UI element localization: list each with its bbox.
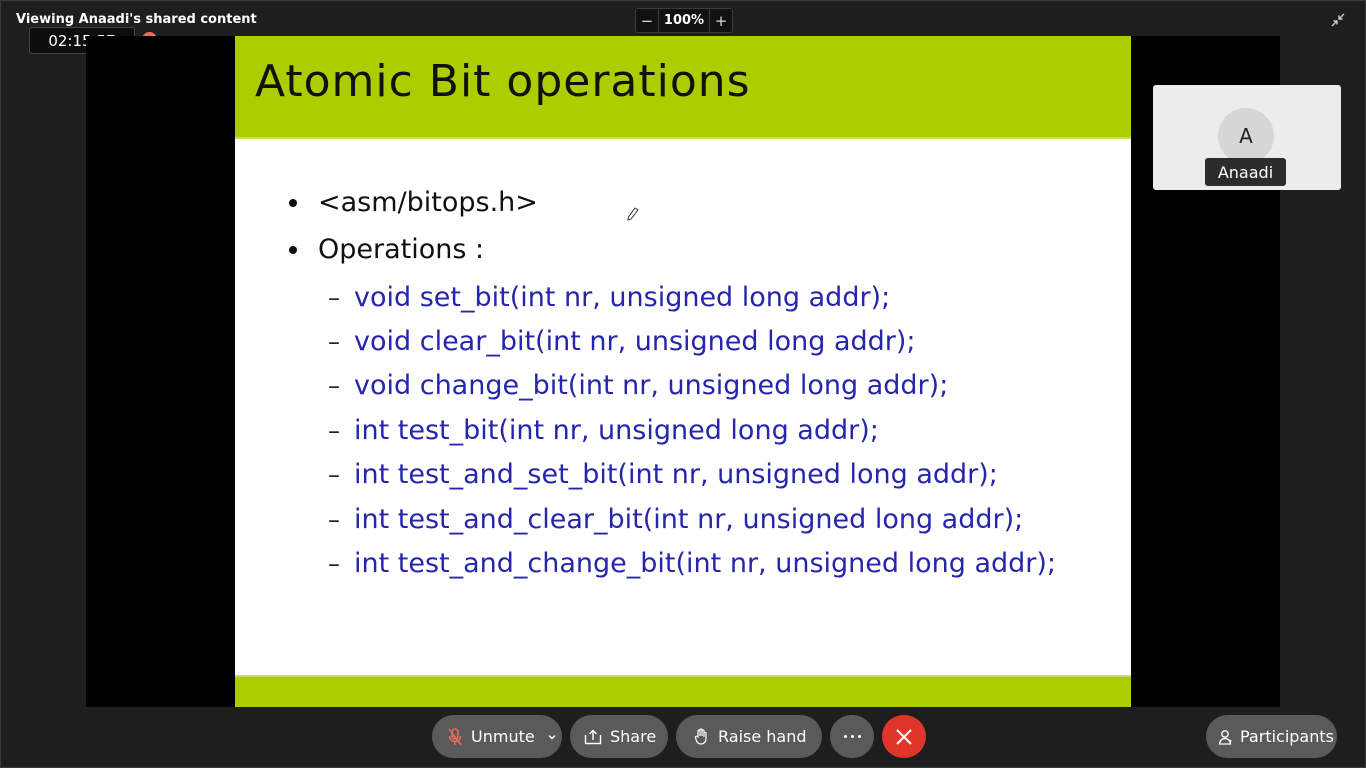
more-options-button[interactable] <box>830 715 874 758</box>
zoom-out-button[interactable]: − <box>636 9 658 32</box>
sub-item: – void change_bit(int nr, unsigned long a… <box>328 370 949 401</box>
hand-icon <box>694 728 709 745</box>
zoom-level: 100% <box>658 9 710 32</box>
sub-item: – void set_bit(int nr, unsigned long addr… <box>328 282 891 313</box>
participants-label: Participants <box>1240 727 1334 746</box>
sub-item-text: int test_and_set_bit(int nr, unsigned lo… <box>354 459 998 490</box>
more-dots-icon <box>843 735 861 738</box>
unmute-label: Unmute <box>471 727 535 746</box>
sub-item-text: int test_and_change_bit(int nr, unsigned… <box>354 548 1056 579</box>
participants-button[interactable]: Participants <box>1206 715 1337 758</box>
participant-name: Anaadi <box>1205 158 1286 186</box>
muted-mic-icon <box>448 727 462 746</box>
sub-item-text: int test_and_clear_bit(int nr, unsigned … <box>354 504 1024 535</box>
bullet-text: Operations : <box>318 234 485 265</box>
bullet-item: Operations : <box>289 234 484 265</box>
close-icon <box>895 728 913 746</box>
slide-footer <box>235 675 1131 707</box>
chevron-down-icon[interactable] <box>547 733 557 741</box>
share-icon <box>584 729 602 745</box>
leave-meeting-button[interactable] <box>882 715 926 758</box>
raise-hand-button[interactable]: Raise hand <box>676 715 822 758</box>
sub-item: – void clear_bit(int nr, unsigned long ad… <box>328 326 916 357</box>
avatar: A <box>1218 108 1274 164</box>
raise-hand-label: Raise hand <box>718 727 807 746</box>
sub-item-text: void change_bit(int nr, unsigned long ad… <box>354 370 949 401</box>
zoom-control: − 100% + <box>635 8 733 33</box>
shared-content-area: Atomic Bit operations <asm/bitops.h> Ope… <box>86 36 1280 707</box>
sub-item: – int test_bit(int nr, unsigned long addr… <box>328 415 879 446</box>
bullet-dot-icon <box>289 245 297 254</box>
bullet-text: <asm/bitops.h> <box>318 187 538 218</box>
share-label: Share <box>610 727 657 746</box>
bullet-dot-icon <box>289 198 297 207</box>
bullet-item: <asm/bitops.h> <box>289 187 538 218</box>
pen-cursor-icon <box>627 206 639 221</box>
sub-item-text: int test_bit(int nr, unsigned long addr)… <box>354 415 879 446</box>
sub-item: – int test_and_clear_bit(int nr, unsigned… <box>328 504 1024 535</box>
sub-item: – int test_and_change_bit(int nr, unsigne… <box>328 548 1056 579</box>
slide-title: Atomic Bit operations <box>255 56 751 107</box>
unmute-button[interactable]: Unmute <box>432 715 562 758</box>
slide-header: Atomic Bit operations <box>235 36 1131 139</box>
zoom-in-button[interactable]: + <box>710 9 732 32</box>
sub-item-text: void clear_bit(int nr, unsigned long add… <box>354 326 916 357</box>
viewing-label: Viewing Anaadi's shared content <box>16 12 257 27</box>
presentation-slide: Atomic Bit operations <asm/bitops.h> Ope… <box>235 36 1131 707</box>
participant-tile[interactable]: A Anaadi <box>1153 85 1341 190</box>
sub-item-text: void set_bit(int nr, unsigned long addr)… <box>354 282 891 313</box>
collapse-icon[interactable] <box>1330 12 1346 28</box>
share-button[interactable]: Share <box>570 715 668 758</box>
sub-item: – int test_and_set_bit(int nr, unsigned l… <box>328 459 998 490</box>
person-icon <box>1218 729 1234 745</box>
